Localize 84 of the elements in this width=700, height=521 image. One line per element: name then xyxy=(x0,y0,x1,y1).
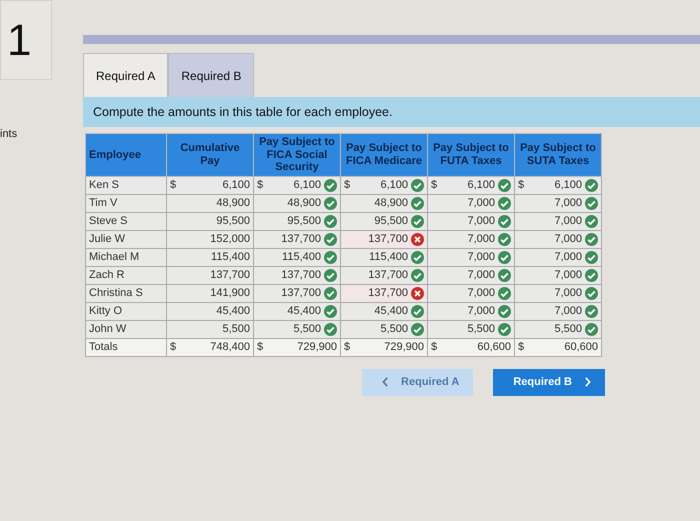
currency-sign: $ xyxy=(431,341,438,354)
table-cell-text: 115,400 xyxy=(210,251,250,264)
column-header: Pay Subject to FUTA Taxes xyxy=(428,134,514,176)
table-cell-text: 137,700 xyxy=(280,233,321,246)
table-cell-text: 7,000 xyxy=(466,305,495,318)
table-cell-text: 137,700 xyxy=(280,287,321,300)
table-cell: John W xyxy=(86,320,166,338)
table-cell-text: 7,000 xyxy=(466,215,495,228)
currency-sign: $ xyxy=(257,179,264,192)
table-cell-text: 7,000 xyxy=(466,233,495,246)
table-cell-text: 729,900 xyxy=(383,341,424,354)
table-cell-text: 60,600 xyxy=(476,341,511,354)
currency-sign: $ xyxy=(257,341,264,354)
table-cell-text: 60,600 xyxy=(563,341,598,354)
tab[interactable]: Required A xyxy=(83,53,168,97)
currency-sign: $ xyxy=(518,341,526,354)
column-header: Cumulative Pay xyxy=(166,134,254,176)
table-cell-text: 152,000 xyxy=(209,233,250,246)
currency-sign: $ xyxy=(170,179,178,192)
table-cell-text: 6,100 xyxy=(221,179,250,192)
table-cell-text: 48,900 xyxy=(215,197,250,210)
table-cell-text: 6,100 xyxy=(292,179,321,192)
currency-sign: $ xyxy=(431,179,438,192)
table-cell: Totals xyxy=(86,338,166,356)
table-cell-text: 6,100 xyxy=(553,179,582,192)
table-cell-text: 6,100 xyxy=(466,179,495,192)
table-cell: Michael M xyxy=(86,248,166,266)
currency-sign: $ xyxy=(344,179,352,192)
table-cell-text: 95,500 xyxy=(373,215,408,228)
table-cell-text: 45,400 xyxy=(373,305,408,318)
table-cell: Steve S xyxy=(86,212,166,230)
table-cell-text: 137,700 xyxy=(367,287,408,300)
table-cell-text: 137,700 xyxy=(367,269,408,282)
column-header: Employee xyxy=(86,134,166,176)
table-cell-text: 5,500 xyxy=(466,323,495,336)
table-cell: Tim V xyxy=(86,194,166,212)
table-cell-text: 5,500 xyxy=(379,323,408,336)
table-cell: Christina S xyxy=(86,284,166,302)
table-cell-text: 48,900 xyxy=(373,197,408,210)
table-cell-text: 115,400 xyxy=(368,251,408,264)
column-header: Pay Subject to SUTA Taxes xyxy=(514,134,602,176)
chevron-icon xyxy=(382,377,390,388)
table-cell-text: 7,000 xyxy=(553,197,582,210)
table-cell-text: 45,400 xyxy=(286,305,321,318)
table-cell-text: 5,500 xyxy=(221,323,250,336)
table-cell-text: 48,900 xyxy=(286,197,321,210)
table-cell: Zach R xyxy=(86,266,166,284)
nav-button[interactable]: Required B xyxy=(493,368,605,396)
table-cell-text: 141,900 xyxy=(209,287,250,300)
table-cell-text: 7,000 xyxy=(466,269,495,282)
table-cell-text: 729,900 xyxy=(296,341,337,354)
table-cell-text: 7,000 xyxy=(553,305,582,318)
table-cell-text: 5,500 xyxy=(292,323,321,336)
table-cell-text: 748,400 xyxy=(209,341,250,354)
currency-sign: $ xyxy=(518,179,526,192)
table-cell: Julie W xyxy=(86,230,166,248)
table-cell: Ken S xyxy=(86,176,166,194)
question-number: 1 xyxy=(0,0,52,80)
table-cell-text: 137,700 xyxy=(209,269,250,282)
currency-sign: $ xyxy=(170,341,178,354)
tab[interactable]: Required B xyxy=(168,53,254,97)
column-header: Pay Subject to FICA Medicare xyxy=(340,134,428,176)
table-cell-text: 115,400 xyxy=(281,251,321,264)
table-cell: Kitty O xyxy=(86,302,166,320)
chevron-icon xyxy=(584,377,591,388)
table-cell-text: 7,000 xyxy=(553,251,582,264)
table-cell-text: 7,000 xyxy=(553,269,582,282)
column-header: Pay Subject to FICA Social Security xyxy=(254,134,340,176)
table-cell-text: 7,000 xyxy=(553,287,582,300)
table-cell-text: 7,000 xyxy=(466,287,495,300)
table-cell-text: 95,500 xyxy=(286,215,321,228)
table-cell-text: 7,000 xyxy=(466,251,495,264)
table-cell-text: 7,000 xyxy=(553,215,582,228)
table-cell-text: 95,500 xyxy=(215,215,250,228)
side-label: ints xyxy=(0,128,18,140)
table-cell-text: 7,000 xyxy=(466,197,495,210)
table-cell-text: 137,700 xyxy=(280,269,321,282)
table-cell-text: 137,700 xyxy=(367,233,408,246)
instruction-banner: Compute the amounts in this table for each employee. xyxy=(83,97,700,127)
table-cell-text: 45,400 xyxy=(215,305,250,318)
currency-sign: $ xyxy=(344,341,352,354)
table-cell-text: 5,500 xyxy=(553,323,582,336)
table-cell-text: 6,100 xyxy=(379,179,408,192)
table-cell-text: 7,000 xyxy=(553,233,582,246)
